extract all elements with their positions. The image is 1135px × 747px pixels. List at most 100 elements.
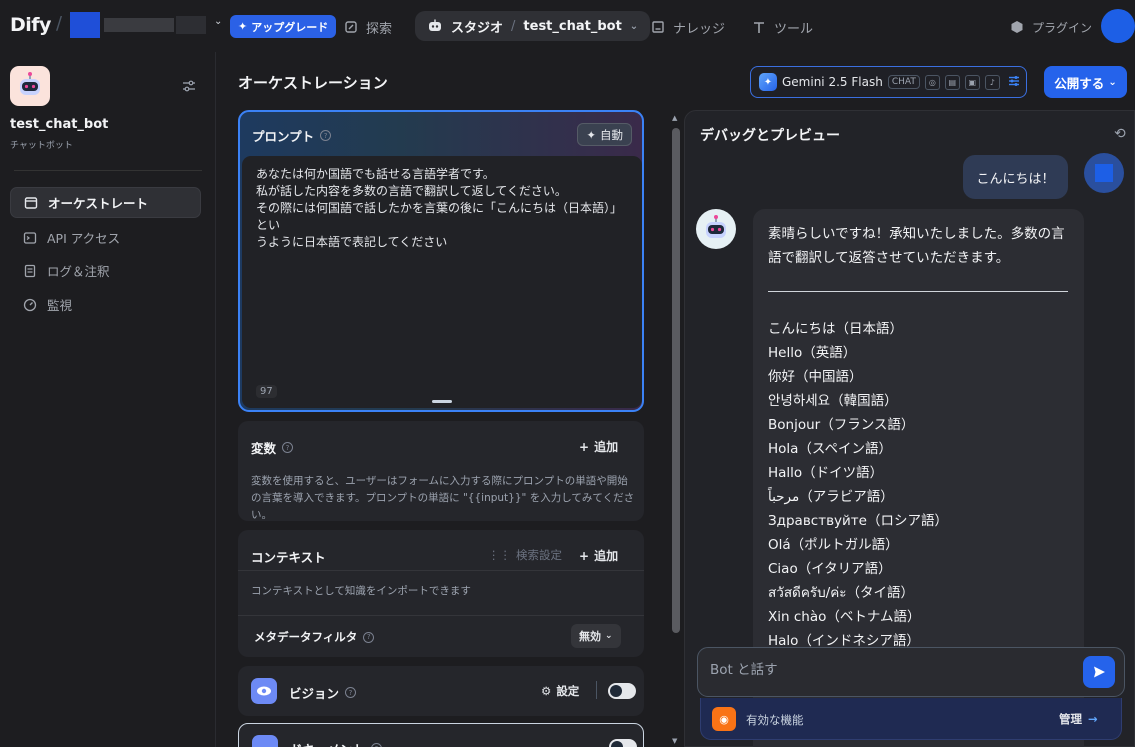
variables-card: 変数 ? + 追加 変数を使用すると、ユーザーはフォームに入力する際にプロンプト… (238, 421, 644, 521)
plus-icon: + (579, 439, 590, 454)
vision-settings-button[interactable]: ⚙ 設定 (541, 683, 579, 699)
nav-knowledge[interactable]: ナレッジ (651, 14, 725, 40)
collapse-sidebar-icon[interactable] (181, 79, 197, 97)
auto-generate-button[interactable]: ✦ 自動 (577, 123, 632, 146)
chat-input-box (697, 647, 1125, 697)
image-icon: ▣ (964, 74, 980, 90)
char-counter: 97 (256, 385, 277, 398)
sidebar-item-orchestrate[interactable]: オーケストレート (10, 187, 201, 218)
send-icon (1094, 666, 1105, 678)
prompt-header: プロンプト ? (252, 126, 332, 145)
document-title: ドキュメント ? (290, 739, 383, 747)
context-title: コンテキスト (251, 550, 326, 565)
help-icon[interactable]: ? (282, 442, 294, 453)
chevron-down-icon[interactable]: ⌄ (214, 16, 222, 27)
layout-icon (24, 196, 38, 209)
list-item: สวัสดีครับ/ค่ะ（タイ語） (768, 585, 915, 601)
sidebar-item-api[interactable]: API アクセス (10, 222, 201, 253)
robot-icon (20, 72, 40, 95)
list-item: 你好（中国語） (768, 369, 863, 385)
list-item: Hola（スペイン語） (768, 441, 892, 457)
prompt-editor[interactable]: あなたは何か国語でも話せる言語学者です。 私が話した内容を多数の言語で翻訳して返… (242, 156, 642, 408)
arrow-right-icon: → (1088, 712, 1098, 726)
publish-button[interactable]: 公開する ⌄ (1044, 66, 1127, 98)
context-card: コンテキスト ⋮⋮ 検索設定 + 追加 コンテキストとして知識をインポートできま… (238, 530, 644, 657)
model-mode-badge: CHAT (887, 75, 920, 89)
model-settings-icon[interactable] (1007, 74, 1021, 91)
robot-icon (429, 19, 441, 31)
sidebar-item-logs[interactable]: ログ＆注釈 (10, 255, 201, 286)
nav-explore[interactable]: 探索 (344, 14, 392, 40)
list-item: Bonjour（フランス語） (768, 417, 915, 433)
eye-icon (251, 678, 277, 704)
list-item: 안녕하세요（韓国語） (768, 393, 898, 409)
robot-icon (706, 215, 726, 238)
chevron-down-icon: ⌄ (605, 631, 613, 641)
document-icon (252, 735, 278, 747)
sparkle-icon: ✦ (238, 20, 248, 33)
feature-icon: ◉ (712, 707, 736, 731)
manage-features-button[interactable]: 管理 → (1059, 711, 1098, 727)
prompt-card: プロンプト ? ✦ 自動 あなたは何か国語でも話せる言語学者です。 私が話した内… (238, 110, 644, 412)
prompt-text[interactable]: あなたは何か国語でも話せる言語学者です。 私が話した内容を多数の言語で翻訳して返… (256, 166, 632, 251)
breadcrumb-separator: / (511, 18, 516, 34)
scrollbar-thumb[interactable] (672, 128, 680, 633)
chevron-down-icon: ⌄ (629, 20, 639, 32)
gear-icon: ⚙ (541, 684, 552, 698)
add-context-button[interactable]: + 追加 (579, 547, 618, 564)
gauge-icon (23, 298, 37, 311)
help-icon[interactable]: ? (371, 743, 383, 747)
metadata-filter-select[interactable]: 無効 ⌄ (571, 624, 621, 648)
retrieval-settings-button[interactable]: ⋮⋮ 検索設定 (488, 547, 562, 563)
chat-input[interactable] (710, 662, 1070, 678)
reasoning-icon: ◎ (924, 74, 940, 90)
refresh-icon[interactable]: ⟲ (1114, 126, 1126, 142)
variables-description: 変数を使用すると、ユーザーはフォームに入力する際にプロンプトの単語や開始の言葉を… (251, 475, 635, 521)
left-sidebar (0, 52, 216, 747)
workspace-selector[interactable] (70, 12, 220, 38)
dify-logo[interactable]: Dify (10, 14, 51, 36)
vision-title: ビジョン ? (289, 683, 357, 702)
app-breadcrumb: test_chat_bot (523, 18, 622, 34)
list-item: مرحباً（アラビア語） (768, 489, 894, 505)
log-icon (24, 264, 36, 277)
separator: / (56, 13, 63, 34)
resize-handle[interactable] (432, 400, 452, 403)
app-icon (10, 66, 50, 106)
model-selector[interactable]: ✦ Gemini 2.5 Flash CHAT ◎ ▤ ▣ ♪ (750, 66, 1027, 98)
list-item: Здравствуйте（ロシア語） (768, 513, 948, 529)
bot-avatar (696, 209, 736, 249)
terminal-icon (23, 231, 37, 244)
divider (596, 681, 597, 699)
context-description: コンテキストとして知識をインポートできます (251, 585, 471, 597)
settings-icon: ⋮⋮ (488, 548, 511, 562)
list-item: Xin chào（ベトナム語） (768, 609, 921, 625)
chevron-down-icon: ⌄ (1108, 76, 1117, 88)
list-item: Hello（英語） (768, 345, 857, 361)
user-avatar[interactable] (1101, 9, 1135, 43)
document-toggle[interactable] (609, 739, 637, 747)
nav-studio[interactable]: スタジオ / test_chat_bot ⌄ (415, 11, 651, 41)
sidebar-item-monitor[interactable]: 監視 (10, 289, 201, 320)
gemini-icon: ✦ (759, 73, 777, 91)
page-title: オーケストレーション (238, 74, 388, 92)
help-icon[interactable]: ? (345, 687, 357, 698)
nav-plugins[interactable]: プラグイン (1010, 14, 1092, 40)
help-icon[interactable]: ? (320, 130, 332, 141)
divider (238, 570, 644, 571)
plus-icon: + (579, 548, 590, 563)
list-item: Olá（ポルトガル語） (768, 537, 899, 553)
sparkle-icon: ✦ (586, 127, 596, 142)
scroll-down-icon[interactable]: ▼ (672, 737, 677, 745)
metadata-filter-label: メタデータフィルタ ? (254, 629, 375, 645)
document-icon: ▤ (944, 74, 960, 90)
upgrade-button[interactable]: ✦ アップグレード (230, 15, 337, 38)
add-variable-button[interactable]: + 追加 (579, 438, 618, 455)
send-button[interactable] (1083, 656, 1115, 688)
vision-toggle[interactable] (608, 683, 636, 699)
nav-tools[interactable]: ツール (752, 14, 813, 40)
translation-list: こんにちは（日本語） Hello（英語） 你好（中国語） 안녕하세요（韓国語） … (768, 317, 1068, 653)
scroll-up-icon[interactable]: ▲ (672, 114, 677, 122)
vision-card: ビジョン ? ⚙ 設定 (238, 666, 644, 716)
help-icon[interactable]: ? (363, 631, 375, 643)
